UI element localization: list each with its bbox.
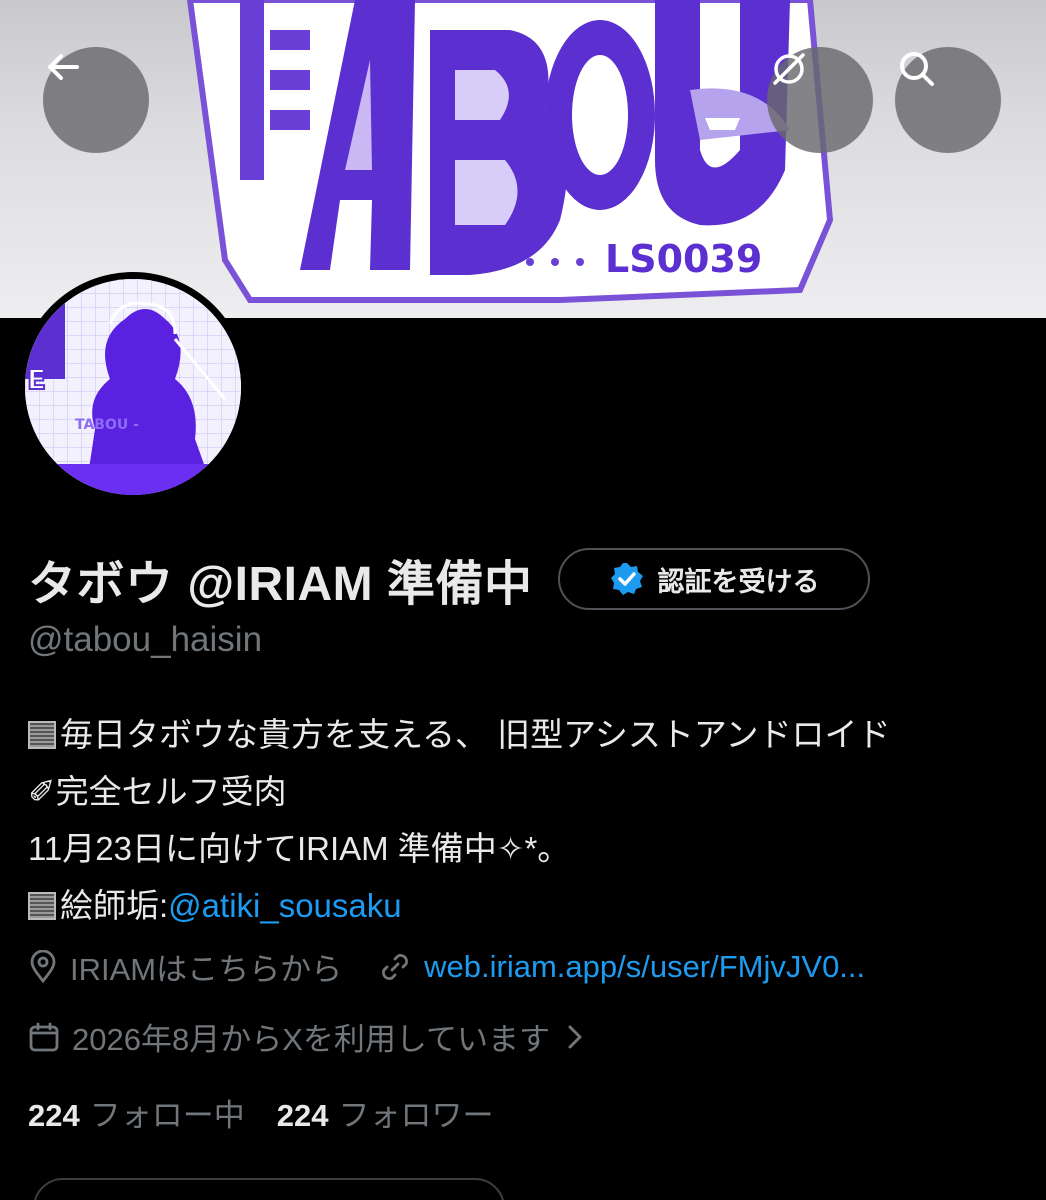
bottom-action-button[interactable] [33,1178,505,1200]
follow-stats: 224 フォロー中 224 フォロワー [28,1090,493,1135]
location-pin-icon [28,949,58,984]
followers-link[interactable]: 224 フォロワー [277,1090,494,1135]
bio-text-1: 毎日タボウな貴方を支える、 旧型アシストアンドロイド [60,716,891,753]
name-row: タボウ @IRIAM 準備中 認証を受ける [28,544,871,614]
svg-text:TABOU -: TABOU - [75,417,139,433]
get-verified-label: 認証を受ける [657,566,820,597]
bio-text-4: 絵師垢: [60,887,169,924]
square-emoji-icon [28,720,56,749]
svg-text:E: E [27,363,46,396]
grok-icon [773,53,805,85]
arrow-left-icon [48,54,79,80]
search-button[interactable] [895,47,1001,153]
avatar-image: E TABOU - [25,279,241,495]
artist-mention-link[interactable]: @atiki_sousaku [168,877,401,934]
display-name: タボウ @IRIAM 準備中 [28,558,533,611]
profile-meta-row: IRIAMはこちらから web.iriam.app/s/user/FMjvJV0… [28,944,865,989]
profile-banner[interactable]: LS0039 [0,0,1046,318]
grok-button[interactable] [767,47,873,153]
following-link[interactable]: 224 フォロー中 [28,1090,245,1135]
following-count: 224 [28,1098,80,1133]
banner-logo: LS0039 [186,0,834,303]
bio-text-2: 完全セルフ受肉 [55,773,287,810]
location-text: IRIAMはこちらから [70,952,343,987]
bio-line-3: 11月23日に向けてIRIAM 準備中✧*。 [28,820,891,877]
link-icon [378,950,412,984]
bio-line-2: ✐ 完全セルフ受肉 [28,763,891,820]
search-icon [900,52,934,86]
website-link[interactable]: web.iriam.app/s/user/FMjvJV0... [424,949,865,985]
following-label: フォロー中 [89,1098,245,1133]
avatar[interactable]: E TABOU - [18,272,248,502]
get-verified-button[interactable]: 認証を受ける [558,548,871,610]
bio-line-4: 絵師垢: @atiki_sousaku [28,877,891,934]
user-handle: @tabou_haisin [28,620,263,659]
back-button[interactable] [43,47,149,153]
followers-label: フォロワー [338,1098,494,1133]
joined-date-row[interactable]: 2026年8月からXを利用しています [28,1014,596,1059]
verified-badge-icon [611,563,644,595]
pencil-emoji-icon: ✐ [28,773,56,810]
bio-text-3: 11月23日に向けてIRIAM 準備中✧*。 [28,830,571,867]
followers-count: 224 [276,1098,329,1133]
profile-bio: 毎日タボウな貴方を支える、 旧型アシストアンドロイド ✐ 完全セルフ受肉 11月… [28,706,891,934]
bio-line-1: 毎日タボウな貴方を支える、 旧型アシストアンドロイド [28,706,891,763]
svg-text:LS0039: LS0039 [605,237,762,281]
chevron-right-icon [566,1023,584,1051]
calendar-icon [28,1021,60,1053]
square-emoji-icon [28,891,56,920]
joined-text: 2026年8月からXを利用しています [72,1022,550,1057]
